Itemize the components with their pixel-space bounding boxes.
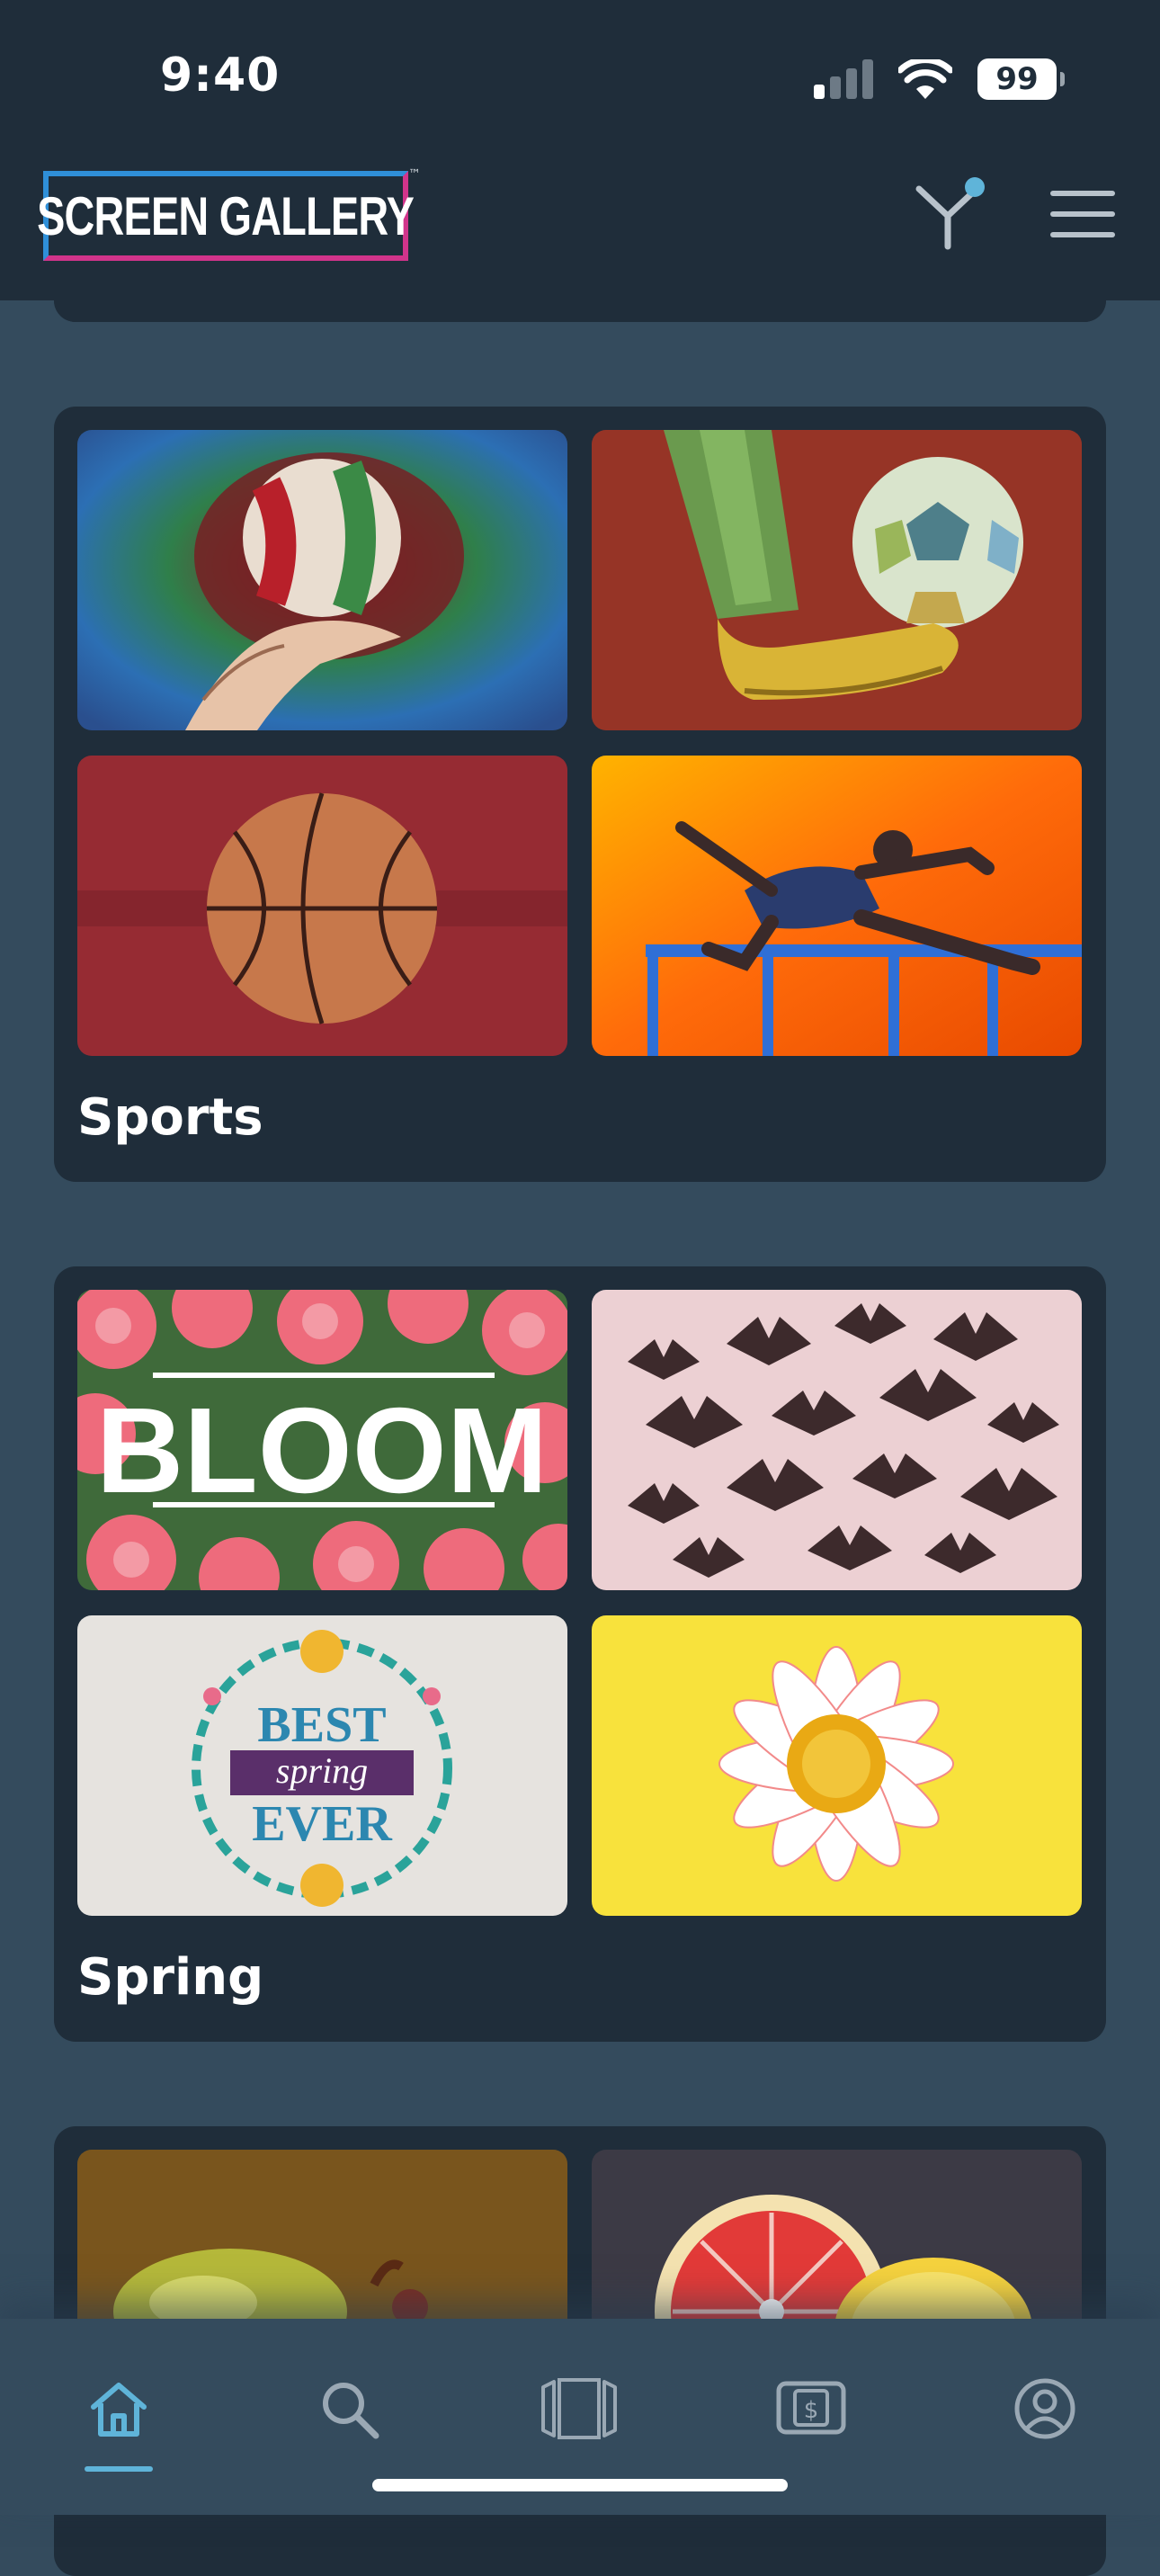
logo-text: SCREEN GALLERY: [37, 185, 415, 246]
hamburger-icon: [1050, 191, 1115, 237]
previous-card-edge: [54, 300, 1106, 322]
thumbnail-bloom[interactable]: BLOOM: [77, 1290, 567, 1590]
collection-card-spring[interactable]: BLOOM BEST spring EVER Spring: [54, 1266, 1106, 2042]
thumbnail-basketball[interactable]: [77, 756, 567, 1056]
money-screen-icon: $: [776, 2381, 846, 2435]
screen-gallery-logo[interactable]: SCREEN GALLERY ™: [38, 167, 421, 261]
nav-profile[interactable]: [1005, 2369, 1084, 2448]
status-time: 9:40: [160, 49, 281, 103]
signal-icon: [814, 59, 873, 99]
spring-text: spring: [276, 1750, 368, 1791]
nav-carousel[interactable]: [540, 2369, 619, 2448]
logo-trademark: ™: [408, 167, 421, 182]
thumbnail-volleyball[interactable]: [77, 430, 567, 730]
top-bar: 9:40 99 SCREEN GALLERY ™: [0, 0, 1160, 322]
wifi-icon: [898, 59, 952, 99]
status-icons: 99: [814, 58, 1065, 101]
thumbnail-soccer[interactable]: [592, 430, 1082, 730]
filter-button[interactable]: [915, 176, 987, 252]
profile-icon: [1014, 2378, 1075, 2439]
collection-title-sports: Sports: [77, 1088, 263, 1147]
ever-text: EVER: [252, 1796, 392, 1852]
home-icon: [91, 2383, 147, 2437]
filter-icon: [915, 177, 985, 250]
best-text: BEST: [257, 1697, 386, 1753]
collection-card-sports[interactable]: Sports: [54, 407, 1106, 1182]
battery-icon: 99: [977, 58, 1065, 100]
search-icon: [323, 2383, 379, 2439]
nav-search[interactable]: [309, 2369, 388, 2448]
bloom-text: BLOOM: [96, 1382, 548, 1518]
collection-title-spring: Spring: [77, 1948, 264, 2007]
home-indicator: [372, 2479, 788, 2491]
thumbnail-best-spring-ever[interactable]: BEST spring EVER: [77, 1615, 567, 1916]
nav-store[interactable]: $: [772, 2369, 851, 2448]
carousel-icon: [541, 2378, 617, 2439]
nav-home[interactable]: [79, 2369, 158, 2448]
thumbnail-daisy[interactable]: [592, 1615, 1082, 1916]
svg-text:$: $: [804, 2397, 819, 2424]
active-tab-indicator: [85, 2466, 153, 2472]
thumbnail-butterflies[interactable]: [592, 1290, 1082, 1590]
menu-button[interactable]: [1048, 187, 1117, 241]
thumbnail-hurdler[interactable]: [592, 756, 1082, 1056]
battery-level: 99: [995, 61, 1039, 97]
